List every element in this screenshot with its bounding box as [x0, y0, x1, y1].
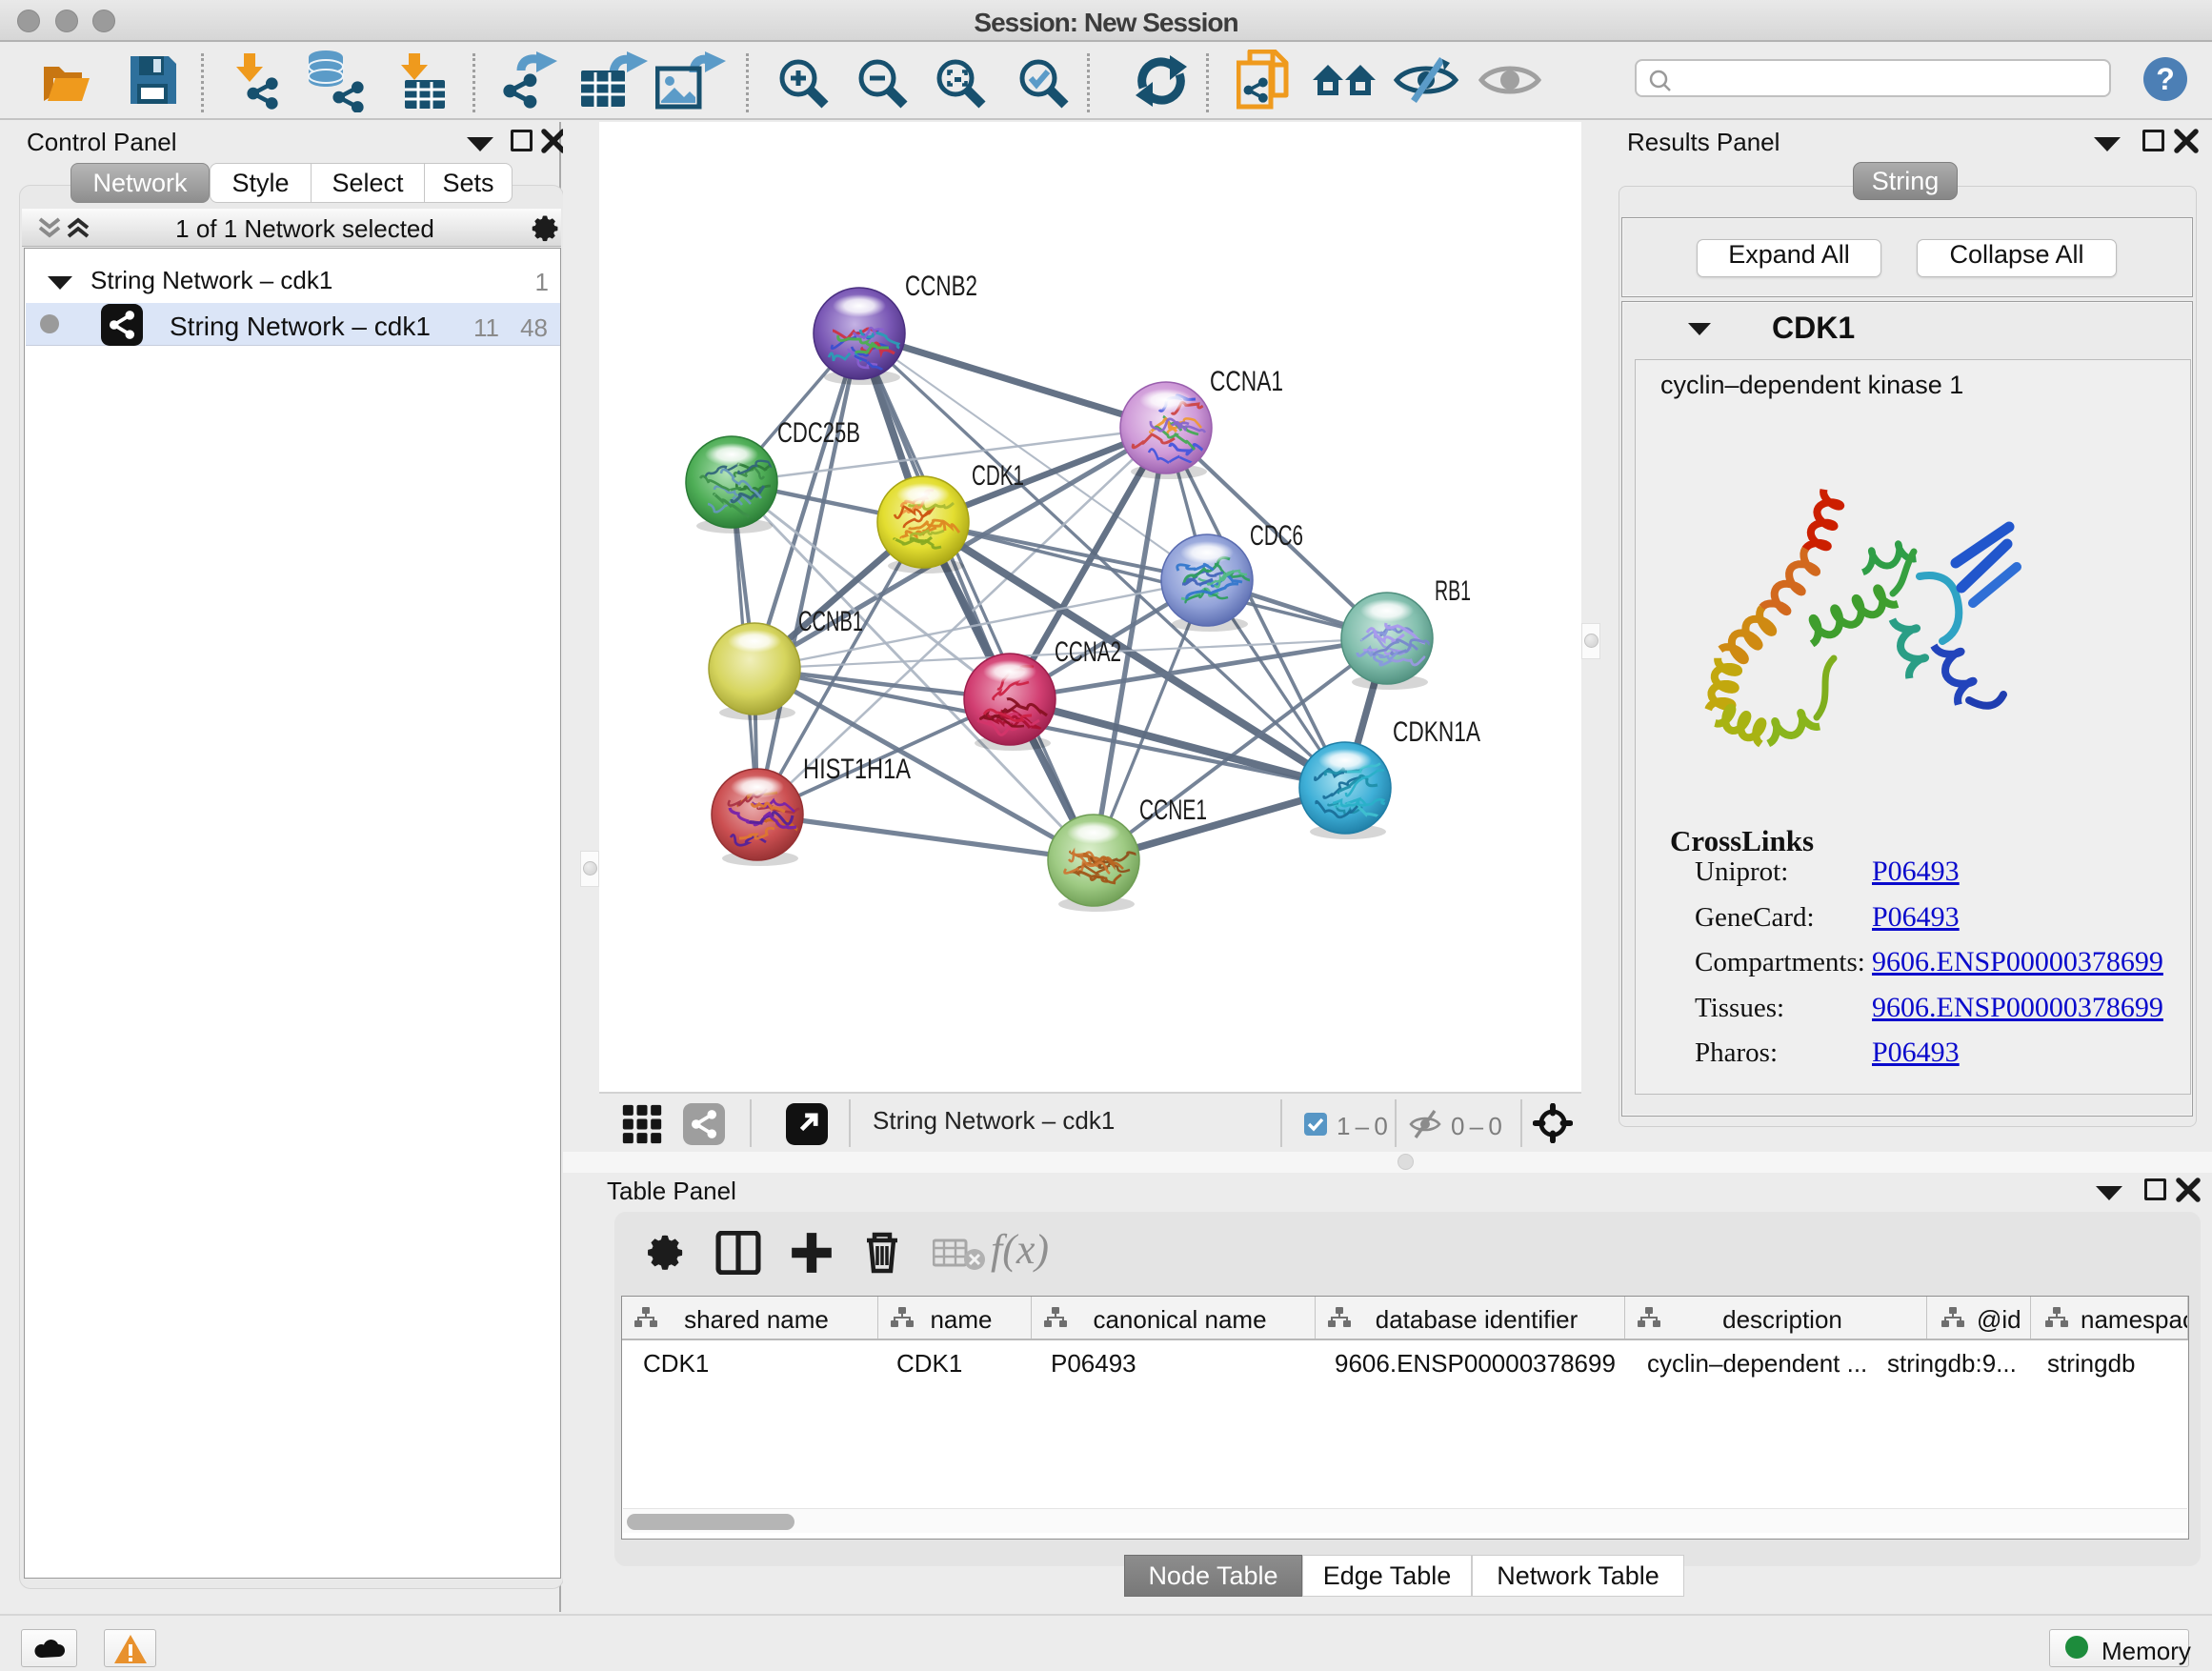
svg-text:CCNB1: CCNB1 [798, 606, 863, 637]
svg-text:?: ? [2156, 62, 2175, 96]
svg-text:CCNA1: CCNA1 [1210, 366, 1283, 397]
svg-text:CDC25B: CDC25B [777, 417, 860, 449]
svg-text:CDC6: CDC6 [1250, 520, 1303, 552]
svg-text:CCNE1: CCNE1 [1139, 795, 1207, 826]
svg-text:CDK1: CDK1 [972, 460, 1024, 492]
svg-text:CCNA2: CCNA2 [1055, 636, 1121, 668]
svg-text:RB1: RB1 [1435, 575, 1471, 607]
svg-text:CDKN1A: CDKN1A [1393, 716, 1480, 748]
svg-text:CCNB2: CCNB2 [905, 271, 977, 302]
svg-text:HIST1H1A: HIST1H1A [803, 754, 911, 785]
